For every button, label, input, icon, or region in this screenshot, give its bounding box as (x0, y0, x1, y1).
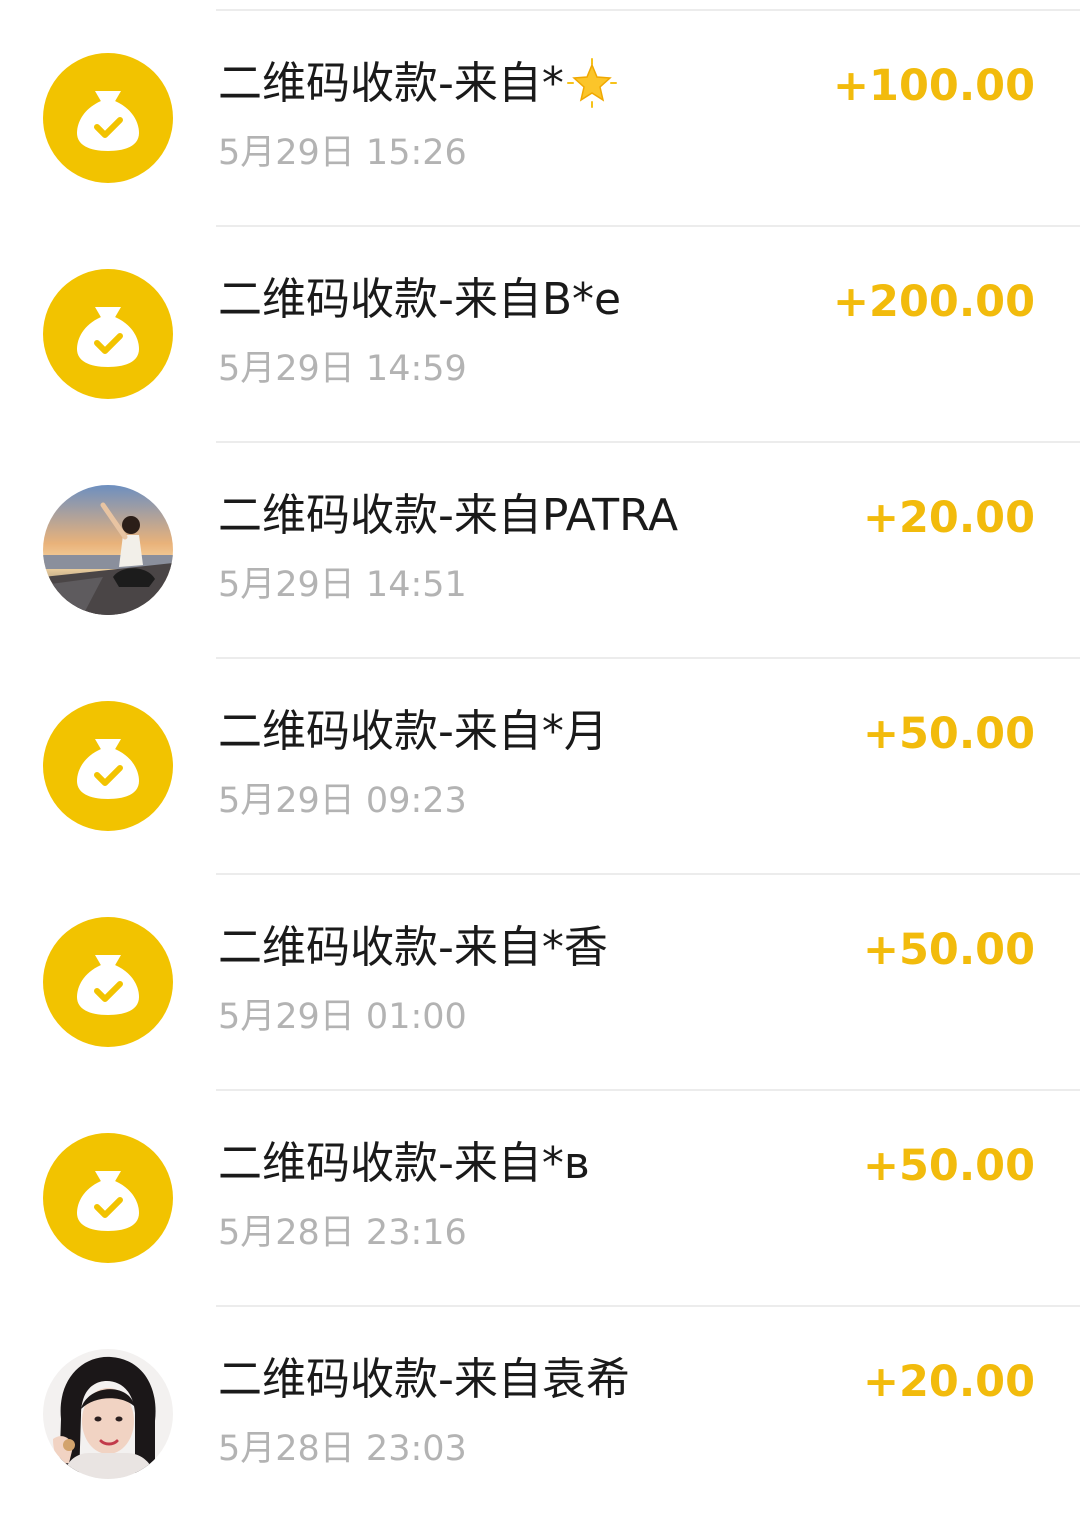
transaction-row[interactable]: 二维码收款-来自* 5月29日 15:26 +100.00 (0, 11, 1080, 227)
money-bag-icon (43, 269, 173, 399)
title-text: 二维码收款-来自* (218, 58, 564, 109)
transaction-title: 二维码收款-来自PATRA (218, 490, 679, 541)
transaction-title: 二维码收款-来自B*e (218, 274, 622, 325)
user-avatar-photo (43, 1349, 173, 1479)
money-bag-icon (43, 701, 173, 831)
transaction-time: 5月29日 01:00 (218, 997, 467, 1037)
transaction-time: 5月29日 14:59 (218, 349, 467, 389)
transaction-row[interactable]: 二维码收款-来自*в 5月28日 23:16 +50.00 (0, 1091, 1080, 1307)
transaction-title: 二维码收款-来自*月 (218, 706, 608, 757)
transaction-row[interactable]: 二维码收款-来自B*e 5月29日 14:59 +200.00 (0, 227, 1080, 443)
user-avatar-photo (43, 485, 173, 615)
transaction-row[interactable]: 二维码收款-来自袁希 5月28日 23:03 +20.00 (0, 1307, 1080, 1523)
transaction-amount: +50.00 (862, 925, 1035, 975)
transaction-row[interactable]: 二维码收款-来自*月 5月29日 09:23 +50.00 (0, 659, 1080, 875)
transaction-list: 二维码收款-来自* 5月29日 15:26 +100.00 二维码收款-来自B*… (0, 11, 1080, 1523)
transaction-amount: +50.00 (862, 709, 1035, 759)
money-bag-icon (43, 1133, 173, 1263)
transaction-time: 5月29日 15:26 (218, 133, 467, 173)
money-bag-icon (43, 917, 173, 1047)
transaction-amount: +20.00 (862, 493, 1035, 543)
transaction-time: 5月29日 14:51 (218, 565, 467, 605)
money-bag-icon (43, 53, 173, 183)
transaction-amount: +200.00 (833, 277, 1035, 327)
transaction-row[interactable]: 二维码收款-来自PATRA 5月29日 14:51 +20.00 (0, 443, 1080, 659)
transaction-time: 5月28日 23:16 (218, 1213, 467, 1253)
transaction-title: 二维码收款-来自袁希 (218, 1354, 630, 1405)
transaction-amount: +100.00 (833, 61, 1035, 111)
transaction-time: 5月29日 09:23 (218, 781, 467, 821)
transaction-amount: +50.00 (862, 1141, 1035, 1191)
star-emoji-icon (566, 58, 617, 108)
transaction-time: 5月28日 23:03 (218, 1429, 467, 1469)
transaction-title: 二维码收款-来自*в (218, 1138, 590, 1189)
transaction-title: 二维码收款-来自*香 (218, 922, 608, 973)
transaction-row[interactable]: 二维码收款-来自*香 5月29日 01:00 +50.00 (0, 875, 1080, 1091)
transaction-amount: +20.00 (862, 1357, 1035, 1407)
transaction-title: 二维码收款-来自* (218, 57, 618, 111)
